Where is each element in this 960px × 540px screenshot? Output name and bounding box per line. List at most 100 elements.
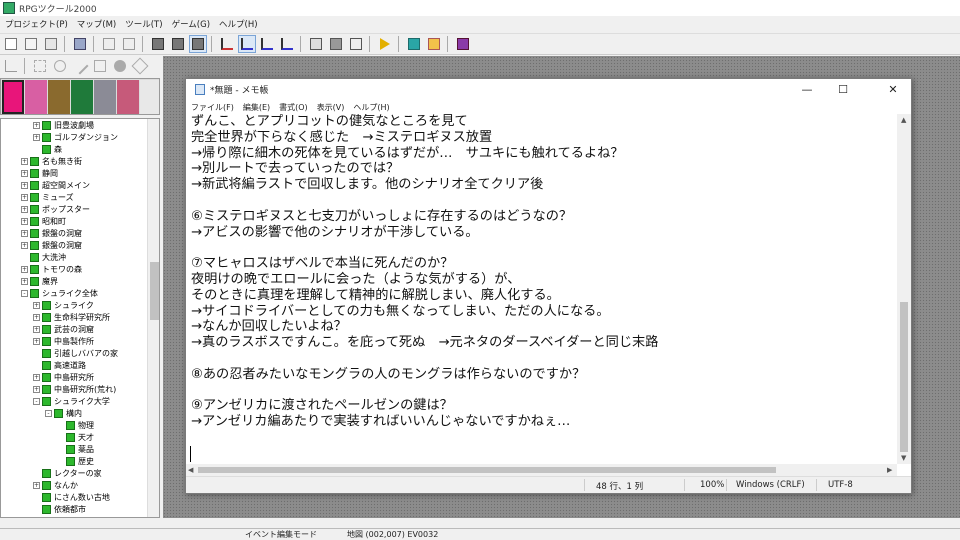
tree-item[interactable]: 薬品 [57, 443, 94, 455]
tree-item[interactable]: - シュライク大学 [33, 395, 110, 407]
tree-expander-icon[interactable]: + [21, 229, 28, 237]
scroll-right-icon[interactable]: ▶ [887, 466, 892, 474]
tree-item[interactable]: + なんか [33, 479, 78, 491]
tree-expander-icon[interactable]: + [33, 121, 40, 129]
scroll-down-icon[interactable]: ▼ [901, 454, 906, 462]
paste-button[interactable] [120, 35, 138, 53]
tree-expander-icon[interactable]: + [21, 181, 28, 189]
tile-shelf[interactable] [94, 80, 116, 114]
tree-item[interactable]: + ミューズ [21, 191, 74, 203]
tree-item[interactable]: レクターの家 [33, 467, 102, 479]
zoom-1-1-button[interactable] [218, 35, 236, 53]
tree-expander-icon[interactable]: + [33, 325, 40, 333]
menu-format[interactable]: 書式(O) [279, 102, 308, 113]
tree-item[interactable]: 森 [33, 143, 62, 155]
tree-expander-icon[interactable]: + [33, 385, 40, 393]
tree-expander-icon[interactable]: + [33, 301, 40, 309]
minimize-button[interactable]: — [790, 81, 824, 97]
tree-item[interactable]: + 中島研究所 [33, 371, 94, 383]
tree-item[interactable]: + 生命科学研究所 [33, 311, 110, 323]
tree-item[interactable]: + トモワの森 [21, 263, 82, 275]
fullscreen-button[interactable] [405, 35, 423, 53]
tree-item[interactable]: + 静岡 [21, 167, 58, 179]
material-button[interactable] [327, 35, 345, 53]
tree-expander-icon[interactable]: + [21, 193, 28, 201]
tree-expander-icon[interactable]: + [33, 133, 40, 141]
open-project-button[interactable] [22, 35, 40, 53]
close-button[interactable]: ✕ [876, 81, 910, 97]
tree-item[interactable]: 引越しババアの家 [33, 347, 118, 359]
tile-bed[interactable] [117, 80, 139, 114]
menu-map[interactable]: マップ(M) [77, 18, 116, 30]
menu-project[interactable]: プロジェクト(P) [5, 18, 68, 30]
map-tree-scrollbar-thumb[interactable] [150, 262, 159, 320]
tile-tree[interactable] [71, 80, 93, 114]
event-layer-button[interactable] [189, 35, 207, 53]
select-tool-button[interactable] [31, 57, 49, 75]
copy-button[interactable] [71, 35, 89, 53]
tree-expander-icon[interactable]: + [33, 481, 40, 489]
tree-expander-icon[interactable]: - [33, 397, 40, 405]
scroll-left-icon[interactable]: ◀ [188, 466, 193, 474]
tree-expander-icon[interactable]: + [33, 313, 40, 321]
rectangle-tool-button[interactable] [91, 57, 109, 75]
zoom-1-8-button[interactable] [278, 35, 296, 53]
menu-view[interactable]: 表示(V) [317, 102, 345, 113]
tree-item[interactable]: 大洗沖 [21, 251, 66, 263]
tree-item[interactable]: + 超空間メイン [21, 179, 90, 191]
tree-item[interactable]: - 構内 [45, 407, 82, 419]
title-screen-button[interactable] [425, 35, 443, 53]
tree-expander-icon[interactable]: + [33, 373, 40, 381]
tree-item[interactable]: + ポップスター [21, 203, 90, 215]
tree-expander-icon[interactable]: + [21, 265, 28, 273]
tile-pink[interactable] [2, 80, 24, 114]
menu-file[interactable]: ファイル(F) [191, 102, 234, 113]
notepad-hscroll-thumb[interactable] [198, 467, 776, 473]
tree-expander-icon[interactable]: + [21, 205, 28, 213]
tile-pink-pattern[interactable] [25, 80, 47, 114]
tree-item[interactable]: + 昭和町 [21, 215, 66, 227]
close-project-button[interactable] [42, 35, 60, 53]
tree-expander-icon[interactable]: - [45, 409, 52, 417]
tree-item[interactable]: + ゴルフダンジョン [33, 131, 118, 143]
test-play-button[interactable] [376, 35, 394, 53]
menu-help[interactable]: ヘルプ(H) [219, 18, 258, 30]
tree-expander-icon[interactable]: + [21, 169, 28, 177]
zoom-1-4-button[interactable] [258, 35, 276, 53]
notepad-vscroll-thumb[interactable] [900, 302, 908, 452]
tree-item[interactable]: 物理 [57, 419, 94, 431]
zoom-1-2-button[interactable] [238, 35, 256, 53]
cut-button[interactable] [100, 35, 118, 53]
tree-expander-icon[interactable]: + [21, 217, 28, 225]
sound-test-button[interactable] [347, 35, 365, 53]
help-book-button[interactable] [454, 35, 472, 53]
tile-scroll[interactable] [140, 80, 159, 114]
new-project-button[interactable] [2, 35, 20, 53]
tree-item[interactable]: 依頼都市 [33, 503, 86, 515]
map-tree-scrollbar[interactable] [147, 119, 159, 517]
tile-palette[interactable] [0, 78, 160, 115]
scroll-up-icon[interactable]: ▲ [901, 116, 906, 124]
tree-item[interactable]: 天才 [57, 431, 94, 443]
menu-help[interactable]: ヘルプ(H) [353, 102, 389, 113]
notepad-text-area[interactable]: ずんこ、とアプリコットの健気なところを見て 完全世界が下らなく感じた →ミステロギ… [191, 114, 896, 464]
tree-item[interactable]: + 武芸の洞窟 [33, 323, 94, 335]
undo-button[interactable] [2, 57, 20, 75]
tree-expander-icon[interactable]: + [33, 337, 40, 345]
menu-edit[interactable]: 編集(E) [243, 102, 270, 113]
database-button[interactable] [307, 35, 325, 53]
tree-item[interactable]: + 名も無き街 [21, 155, 82, 167]
tree-item[interactable]: + 魔界 [21, 275, 58, 287]
maximize-button[interactable]: ☐ [826, 81, 860, 97]
tree-item[interactable]: + 中島製作所 [33, 335, 94, 347]
tree-item[interactable]: + 銀盤の洞窟 [21, 227, 82, 239]
tree-item[interactable]: + 銀盤の洞窟 [21, 239, 82, 251]
tree-item[interactable]: - シュライク全体 [21, 287, 98, 299]
circle-tool-button[interactable] [111, 57, 129, 75]
notepad-horizontal-scrollbar[interactable]: ◀ ▶ [186, 464, 897, 476]
tree-item[interactable]: + 中島研究所(荒れ) [33, 383, 116, 395]
tree-expander-icon[interactable]: - [21, 289, 28, 297]
tree-expander-icon[interactable]: + [21, 157, 28, 165]
menu-tools[interactable]: ツール(T) [125, 18, 162, 30]
tree-item[interactable]: 高速道路 [33, 359, 86, 371]
